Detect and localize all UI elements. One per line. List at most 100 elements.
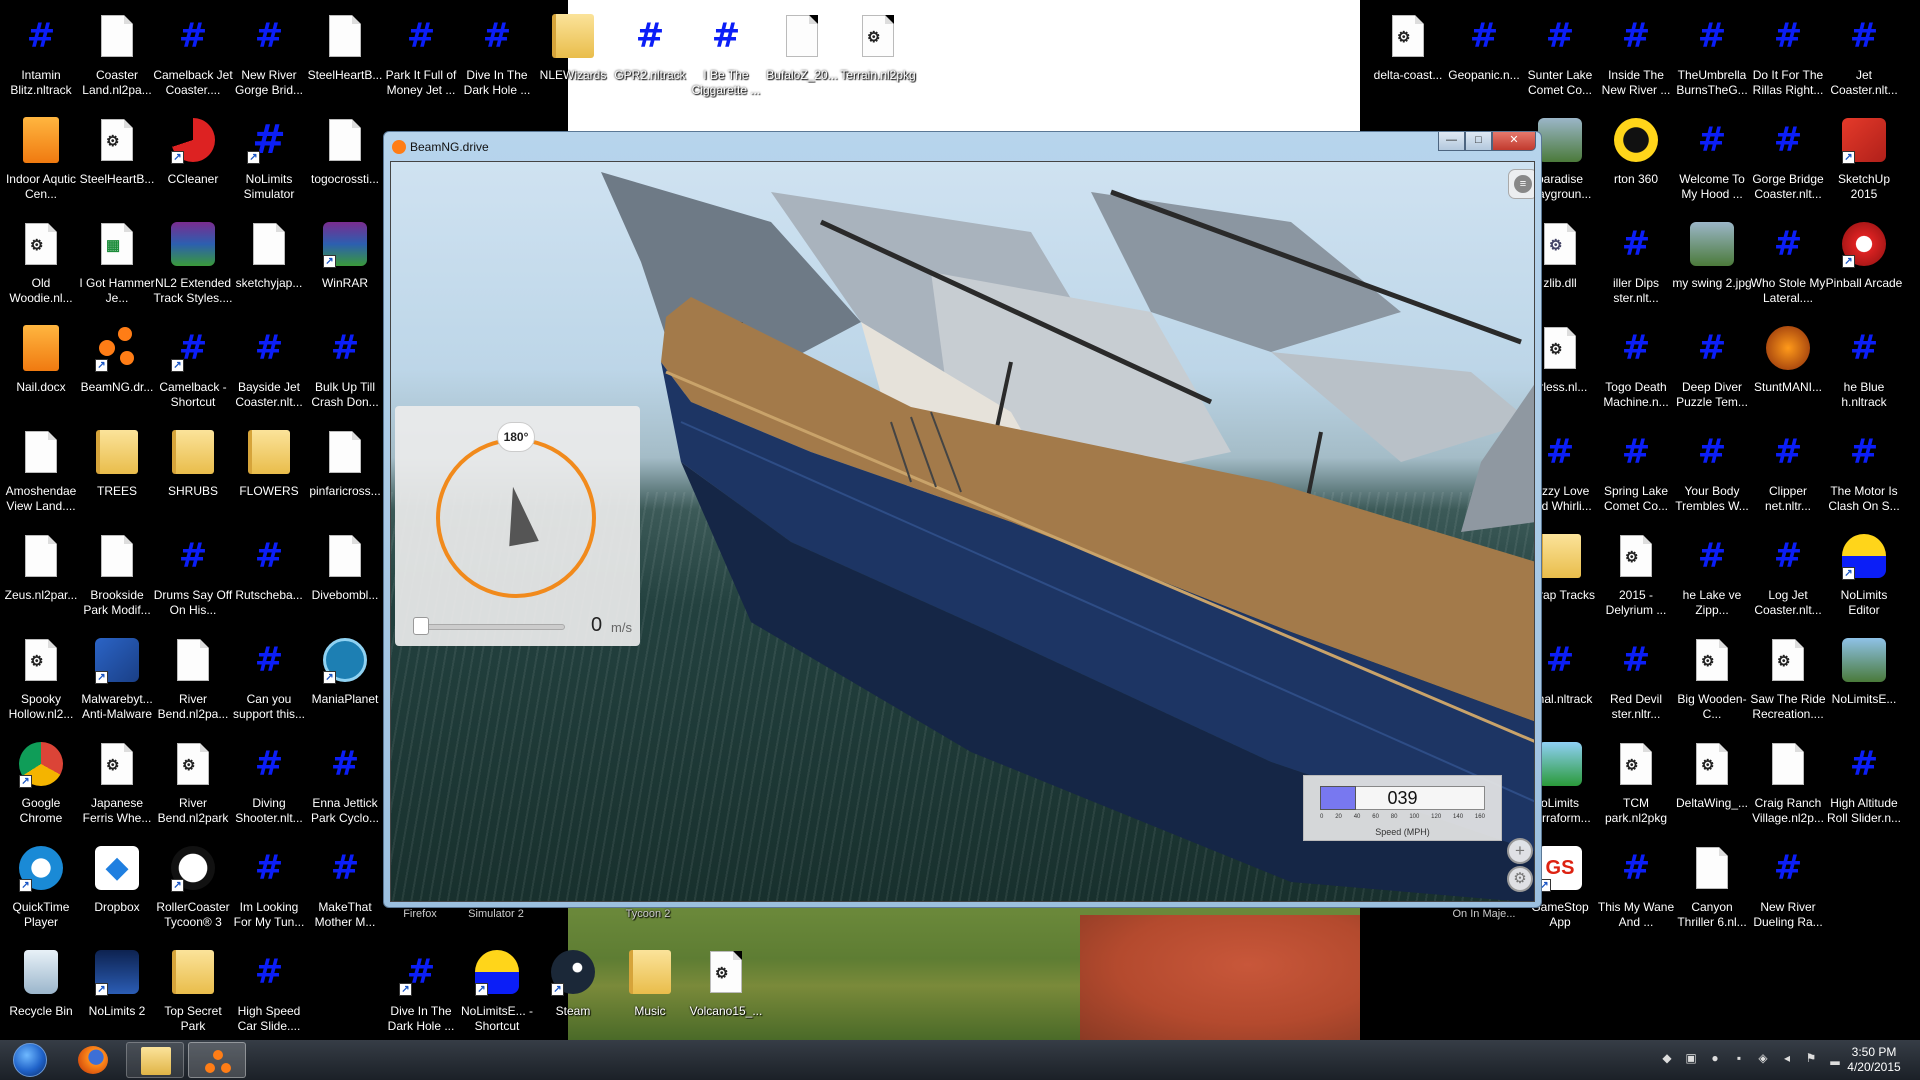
- desktop-icon[interactable]: ⚙ delta-coast...: [1370, 10, 1446, 112]
- desktop-icon[interactable]: ↗ RollerCoaster Tycoon® 3: [155, 842, 231, 944]
- desktop-icon[interactable]: # Red Devil ster.nltr...: [1598, 634, 1674, 736]
- desktop-icon[interactable]: ◆ Dropbox: [79, 842, 155, 944]
- desktop-icon[interactable]: # Bulk Up Till Crash Don...: [307, 322, 383, 424]
- desktop-icon[interactable]: SteelHeartB...: [307, 10, 383, 112]
- desktop-icon[interactable]: ↗ NoLimits 2: [79, 946, 155, 1048]
- desktop-icon[interactable]: Amoshendae View Land....: [3, 426, 79, 528]
- desktop-icon[interactable]: # New River Gorge Brid...: [231, 10, 307, 112]
- desktop-icon[interactable]: # Do It For The Rillas Right...: [1750, 10, 1826, 112]
- desktop-icon[interactable]: ↗ Steam: [535, 946, 611, 1048]
- desktop-icon[interactable]: NL2 Extended Track Styles....: [154, 218, 232, 320]
- desktop-icon[interactable]: # ↗ NoLimits Simulator: [231, 114, 307, 216]
- speed-slider-thumb[interactable]: [413, 617, 429, 635]
- desktop-icon[interactable]: # This My Wane And ...: [1598, 842, 1674, 944]
- flag-icon[interactable]: ⚑: [1804, 1050, 1818, 1066]
- desktop-icon[interactable]: my swing 2.jpg: [1672, 218, 1752, 320]
- desktop-icon[interactable]: # GPR2.nltrack: [612, 10, 688, 112]
- desktop-icon[interactable]: # The Motor Is Clash On S...: [1826, 426, 1902, 528]
- desktop-icon[interactable]: # Intamin Blitz.nltrack: [3, 10, 79, 112]
- minimize-button[interactable]: —: [1438, 132, 1465, 151]
- network-tray-icon[interactable]: ▣: [1684, 1050, 1698, 1066]
- desktop-icon[interactable]: ↗ Malwarebyt... Anti-Malware: [79, 634, 155, 736]
- desktop-icon[interactable]: # Bayside Jet Coaster.nlt...: [231, 322, 307, 424]
- desktop-icon[interactable]: Divebombl...: [307, 530, 383, 632]
- desktop-icon[interactable]: # Camelback Jet Coaster....: [153, 10, 232, 112]
- desktop-icon[interactable]: SHRUBS: [155, 426, 231, 528]
- speed-slider-track[interactable]: [419, 624, 565, 630]
- desktop-icon[interactable]: Brookside Park Modif...: [79, 530, 155, 632]
- desktop-icon[interactable]: # he Blue h.nltrack: [1826, 322, 1902, 424]
- desktop-icon[interactable]: ⚙ Saw The Ride Recreation....: [1750, 634, 1826, 736]
- desktop-icon[interactable]: ⚙ Terrain.nl2pkg: [840, 10, 916, 112]
- desktop-icon[interactable]: Recycle Bin: [3, 946, 79, 1048]
- menu-button[interactable]: ≡: [1508, 169, 1534, 199]
- maximize-button[interactable]: □: [1465, 132, 1492, 151]
- desktop-icon[interactable]: sketchyjap...: [231, 218, 307, 320]
- zoom-button[interactable]: +: [1507, 838, 1533, 864]
- desktop-icon[interactable]: ↗ Google Chrome: [3, 738, 79, 840]
- taskbar-firefox[interactable]: [64, 1042, 122, 1078]
- desktop-icon[interactable]: Nail.docx: [3, 322, 79, 424]
- desktop-icon[interactable]: FLOWERS: [231, 426, 307, 528]
- desktop-icon[interactable]: ⚙ TCM park.nl2pkg: [1598, 738, 1674, 840]
- desktop-icon[interactable]: ⚙ 2015 - Delyrium ...: [1598, 530, 1674, 632]
- desktop-icon[interactable]: ↗ NoLimitsE... - Shortcut: [459, 946, 535, 1048]
- beamng-window[interactable]: BeamNG.drive — □ ✕ 180° 0 m/s 039 0 20 40 6…: [383, 131, 1542, 908]
- desktop-icon[interactable]: ⚙ Big Wooden-C...: [1674, 634, 1750, 736]
- desktop-icon[interactable]: TREES: [79, 426, 155, 528]
- desktop-icon[interactable]: # Sunter Lake Comet Co...: [1522, 10, 1598, 112]
- desktop-icon[interactable]: ↗ QuickTime Player: [3, 842, 79, 944]
- desktop-icon[interactable]: # Gorge Bridge Coaster.nlt...: [1750, 114, 1826, 216]
- desktop-icon[interactable]: # Enna Jettick Park Cyclo...: [307, 738, 383, 840]
- desktop-icon[interactable]: ↗ BeamNG.dr...: [79, 322, 155, 424]
- desktop-icon[interactable]: # MakeThat Mother M...: [307, 842, 383, 944]
- desktop-icon[interactable]: rton 360: [1598, 114, 1674, 216]
- desktop-icon[interactable]: ↗ WinRAR: [307, 218, 383, 320]
- desktop-icon[interactable]: # New River Dueling Ra...: [1750, 842, 1826, 944]
- desktop-icon[interactable]: # High Altitude Roll Slider.n...: [1826, 738, 1902, 840]
- desktop-icon[interactable]: # Togo Death Machine.n...: [1598, 322, 1674, 424]
- desktop-icon[interactable]: ⚙ DeltaWing_...: [1674, 738, 1750, 840]
- gpu-tray-icon[interactable]: ▪: [1732, 1050, 1746, 1066]
- desktop-icon[interactable]: BufaloZ_20...: [764, 10, 840, 112]
- desktop-icon[interactable]: River Bend.nl2pa...: [155, 634, 231, 736]
- desktop-icon[interactable]: # Park It Full of Money Jet ...: [383, 10, 459, 112]
- desktop-icon[interactable]: NLEWizards: [535, 10, 611, 112]
- desktop-icon[interactable]: ⚙ Volcano15_...: [688, 946, 764, 1048]
- desktop-icon[interactable]: ↗ CCleaner: [155, 114, 231, 216]
- desktop-icon[interactable]: # Can you support this...: [231, 634, 307, 736]
- desktop-icon[interactable]: # Spring Lake Comet Co...: [1598, 426, 1674, 528]
- desktop-icon[interactable]: # High Speed Car Slide....: [231, 946, 307, 1048]
- shield-tray-icon[interactable]: ◈: [1756, 1050, 1770, 1066]
- desktop-icon[interactable]: # Deep Diver Puzzle Tem...: [1674, 322, 1750, 424]
- desktop-icon[interactable]: # Clipper net.nltr...: [1750, 426, 1826, 528]
- taskbar-beamng[interactable]: [188, 1042, 246, 1078]
- close-button[interactable]: ✕: [1492, 132, 1536, 151]
- clock[interactable]: 3:50 PM 4/20/2015: [1838, 1045, 1910, 1075]
- desktop-icon[interactable]: ↗ SketchUp 2015: [1826, 114, 1902, 216]
- desktop-icon[interactable]: # Log Jet Coaster.nlt...: [1750, 530, 1826, 632]
- desktop-icon[interactable]: ▦ I Got Hammer Je...: [79, 218, 155, 320]
- desktop-icon[interactable]: # ↗ Dive In The Dark Hole ...: [383, 946, 459, 1048]
- desktop-icon[interactable]: # Dive In The Dark Hole ...: [459, 10, 535, 112]
- settings-button[interactable]: ⚙: [1507, 866, 1533, 892]
- taskbar-explorer[interactable]: [126, 1042, 184, 1078]
- desktop-icon[interactable]: Canyon Thriller 6.nl...: [1674, 842, 1750, 944]
- desktop-icon[interactable]: Indoor Aqutic Cen...: [3, 114, 79, 216]
- desktop-icon[interactable]: # I Be The Ciggarette ...: [688, 10, 764, 112]
- desktop-icon[interactable]: # Drums Say Off On His...: [154, 530, 232, 632]
- desktop-icon[interactable]: Zeus.nl2par...: [3, 530, 79, 632]
- desktop-icon[interactable]: StuntMANI...: [1750, 322, 1826, 424]
- desktop-icon[interactable]: # Geopanic.n...: [1446, 10, 1522, 112]
- desktop-icon[interactable]: # Inside The New River ...: [1598, 10, 1674, 112]
- desktop-icon[interactable]: # Welcome To My Hood ...: [1674, 114, 1750, 216]
- desktop-icon[interactable]: Top Secret Park: [155, 946, 231, 1048]
- desktop-icon[interactable]: Craig Ranch Village.nl2p...: [1750, 738, 1826, 840]
- desktop-icon[interactable]: # Im Looking For My Tun...: [231, 842, 307, 944]
- start-button[interactable]: [4, 1041, 58, 1079]
- desktop-icon[interactable]: # ↗ Camelback - Shortcut: [155, 322, 231, 424]
- desktop-icon[interactable]: ↗ ManiaPlanet: [307, 634, 383, 736]
- steam-tray-icon[interactable]: ●: [1708, 1050, 1722, 1066]
- desktop-icon[interactable]: Music: [612, 946, 688, 1048]
- desktop-icon[interactable]: togocrossti...: [307, 114, 383, 216]
